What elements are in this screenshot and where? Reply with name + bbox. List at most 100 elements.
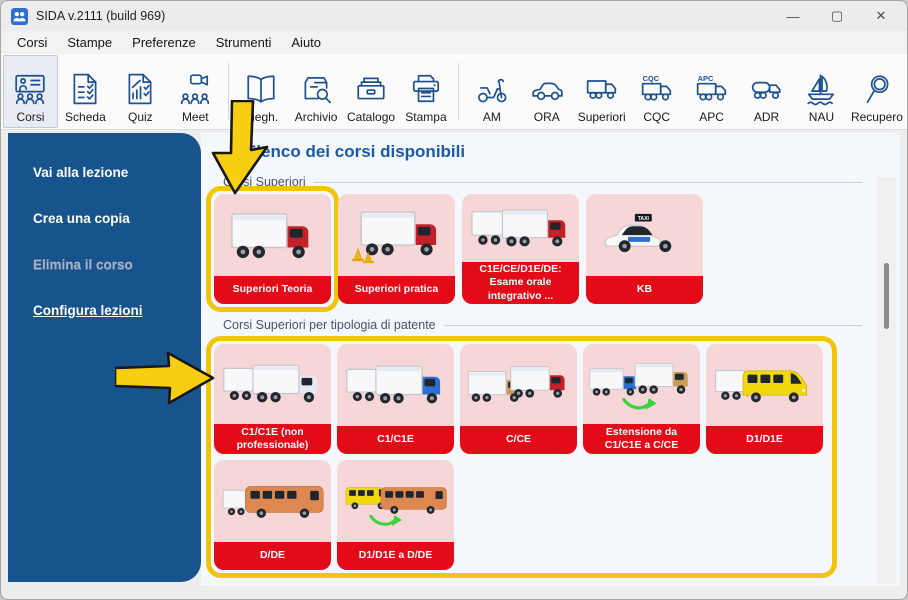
- magnifier-icon: [860, 72, 894, 109]
- sidebar-item-crea-una-copia[interactable]: Crea una copia: [8, 195, 201, 241]
- app-icon: [11, 8, 28, 25]
- toolbar-adr-button[interactable]: ADR: [739, 55, 794, 128]
- course-card-label: D/DE: [214, 542, 331, 570]
- menu-corsi[interactable]: Corsi: [7, 33, 57, 52]
- toolbar-label: NAU: [809, 110, 834, 124]
- toolbar-separator: [458, 63, 459, 120]
- toolbar-nau-button[interactable]: NAU: [794, 55, 849, 128]
- menu-bar: Corsi Stampe Preferenze Strumenti Aiuto: [1, 31, 907, 54]
- course-card-d1-d1e-a-d-de[interactable]: D1/D1E a D/DE: [337, 460, 454, 570]
- section-corsi-superiori-cards: Superiori Teoria Superiori pratica C1E/C…: [214, 194, 900, 304]
- toolbar-piegh-button[interactable]: Piegh.: [234, 55, 289, 128]
- legend-text: Corsi Superiori per tipologia di patente: [223, 318, 436, 332]
- toolbar-quiz-button[interactable]: Quiz: [113, 55, 168, 128]
- toolbar-ora-button[interactable]: ORA: [519, 55, 574, 128]
- page-title: Elenco dei corsi disponibili: [245, 141, 900, 163]
- course-card-superiori-teoria[interactable]: Superiori Teoria: [214, 194, 331, 304]
- tanker-truck-icon: [750, 72, 784, 109]
- toolbar-label: Catalogo: [347, 110, 395, 124]
- course-card-label: C1/C1E: [337, 426, 454, 454]
- archive-search-icon: [299, 72, 333, 109]
- classroom-presentation-icon: [13, 72, 47, 109]
- course-card-d-de[interactable]: D/DE: [214, 460, 331, 570]
- highlight-border-selected-card: Superiori Teoria: [206, 186, 339, 312]
- toolbar-catalogo-button[interactable]: Catalogo: [344, 55, 399, 128]
- toolbar-label: APC: [699, 110, 724, 124]
- toolbar-meet-button[interactable]: Meet: [168, 55, 223, 128]
- checklist-document-icon: [68, 72, 102, 109]
- moped-icon: [475, 72, 509, 109]
- course-card-kb[interactable]: KB: [586, 194, 703, 304]
- main-content: Elenco dei corsi disponibili Corsi Super…: [201, 133, 900, 586]
- toolbar-label: Recupero: [851, 110, 903, 124]
- course-card-label: C1E/CE/D1E/DE: Esame orale integrativo .…: [462, 262, 579, 304]
- toolbar-label: Corsi: [16, 110, 44, 124]
- svg-text:APC: APC: [697, 74, 713, 83]
- toolbar-label: Piegh.: [244, 110, 278, 124]
- course-card-c1-c1e[interactable]: C1/C1E: [337, 344, 454, 454]
- course-card-c-ce[interactable]: C/CE: [460, 344, 577, 454]
- course-card-label: KB: [586, 276, 703, 304]
- close-button[interactable]: ✕: [859, 1, 903, 31]
- sidebar-item-vai-alla-lezione[interactable]: Vai alla lezione: [8, 149, 201, 195]
- menu-stampe[interactable]: Stampe: [57, 33, 122, 52]
- toolbar-corsi-button[interactable]: Corsi: [3, 55, 58, 128]
- title-bar: SIDA v.2111 (build 969) — ▢ ✕: [1, 1, 907, 31]
- course-card-label: C/CE: [460, 426, 577, 454]
- white-taxi-car-image: [586, 194, 703, 276]
- highlight-border-course-group: C1/C1E (non professionale) C1/C1E C/CE: [206, 336, 837, 578]
- vertical-scrollbar[interactable]: [877, 177, 896, 584]
- printer-icon: [409, 72, 443, 109]
- legend-line: [444, 325, 862, 326]
- box-truck-icon: [585, 72, 619, 109]
- course-card-label: Superiori Teoria: [214, 276, 331, 304]
- red-truck-with-trailer-image: [462, 194, 579, 262]
- tan-and-red-trucks-image: [460, 344, 577, 426]
- blue-to-tan-truck-green-arrow-image: [583, 344, 700, 424]
- blue-truck-with-trailer-image: [337, 344, 454, 426]
- window-title: SIDA v.2111 (build 969): [36, 9, 165, 23]
- course-card-label: D1/D1E: [706, 426, 823, 454]
- toolbar-am-button[interactable]: AM: [464, 55, 519, 128]
- sidebar-item-configura-lezioni[interactable]: Configura lezioni: [8, 287, 201, 333]
- menu-preferenze[interactable]: Preferenze: [122, 33, 206, 52]
- toolbar-label: ADR: [754, 110, 779, 124]
- app-window: SIDA v.2111 (build 969) — ▢ ✕ Corsi Stam…: [0, 0, 908, 600]
- toolbar-scheda-button[interactable]: Scheda: [58, 55, 113, 128]
- toolbar-recupero-button[interactable]: Recupero: [849, 55, 905, 128]
- toolbar-label: Archivio: [295, 110, 338, 124]
- toolbar-label: Stampa: [405, 110, 446, 124]
- toolbar-separator: [228, 63, 229, 120]
- sidebar-item-elimina-il-corso: Elimina il corso: [8, 241, 201, 287]
- quiz-chart-document-icon: [123, 72, 157, 109]
- toolbar-label: ORA: [534, 110, 560, 124]
- menu-aiuto[interactable]: Aiuto: [281, 33, 331, 52]
- toolbar-label: Quiz: [128, 110, 153, 124]
- course-card-d1-d1e[interactable]: D1/D1E: [706, 344, 823, 454]
- course-card-c1e-ce-d1e-de-esame[interactable]: C1E/CE/D1E/DE: Esame orale integrativo .…: [462, 194, 579, 304]
- course-card-superiori-pratica[interactable]: Superiori pratica: [338, 194, 455, 304]
- menu-strumenti[interactable]: Strumenti: [206, 33, 282, 52]
- toolbar-apc-button[interactable]: APC APC: [684, 55, 739, 128]
- yellow-minibus-to-orange-bus-green-arrow-image: [337, 460, 454, 542]
- course-card-estensione-c1-c1e-a-c-ce[interactable]: Estensione da C1/C1E a C/CE: [583, 344, 700, 454]
- maximize-button[interactable]: ▢: [815, 1, 859, 31]
- toolbar: Corsi Scheda Quiz Meet Piegh.: [1, 54, 907, 130]
- section-tipologia-patente-legend: Corsi Superiori per tipologia di patente: [223, 318, 862, 332]
- course-card-c1-c1e-non-professionale[interactable]: C1/C1E (non professionale): [214, 344, 331, 454]
- red-box-truck-with-cones-image: [338, 194, 455, 276]
- toolbar-stampa-button[interactable]: Stampa: [399, 55, 454, 128]
- toolbar-superiori-button[interactable]: Superiori: [574, 55, 629, 128]
- red-box-truck-image: [214, 194, 331, 276]
- scrollbar-thumb[interactable]: [884, 263, 889, 329]
- orange-bus-with-trailer-image: [214, 460, 331, 542]
- toolbar-label: Scheda: [65, 110, 106, 124]
- video-meeting-icon: [178, 72, 212, 109]
- toolbar-archivio-button[interactable]: Archivio: [289, 55, 344, 128]
- sailboat-icon: [804, 72, 838, 109]
- toolbar-label: Superiori: [578, 110, 626, 124]
- minimize-button[interactable]: —: [771, 1, 815, 31]
- course-card-label: C1/C1E (non professionale): [214, 424, 331, 454]
- card-catalog-icon: [354, 72, 388, 109]
- toolbar-cqc-button[interactable]: CQC CQC: [629, 55, 684, 128]
